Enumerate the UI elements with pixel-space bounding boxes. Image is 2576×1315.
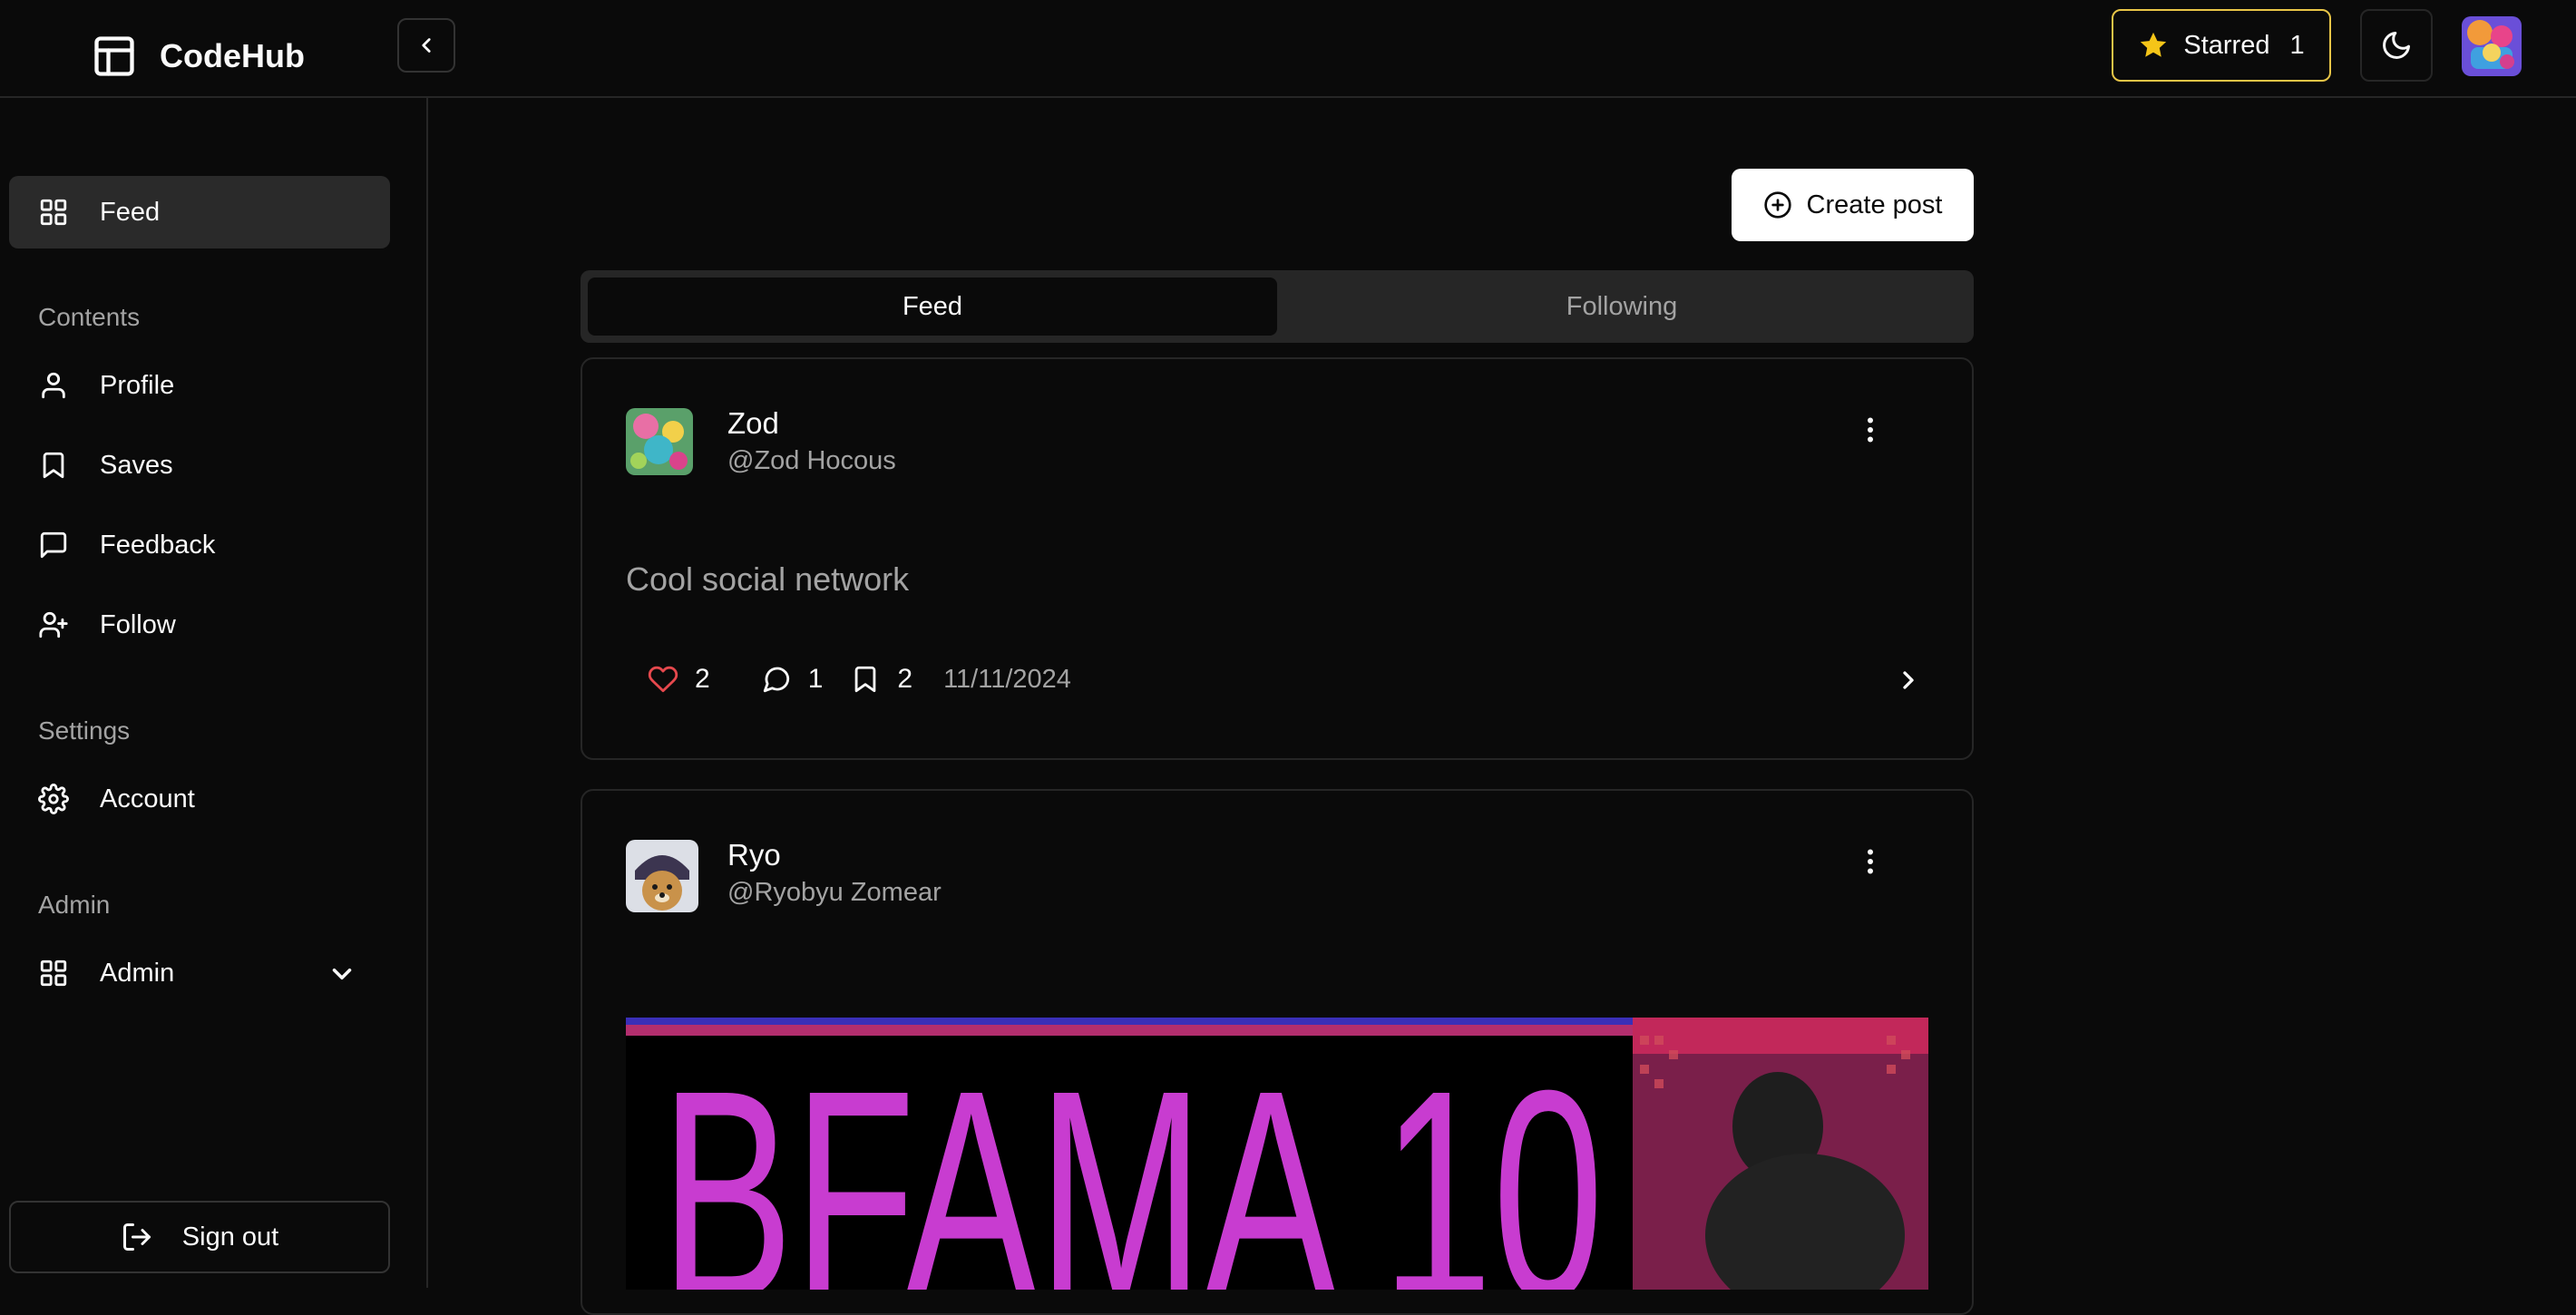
post-card: Zod @Zod Hocous Cool social network 2 1 … [581,357,1974,760]
collapse-sidebar-button[interactable] [397,18,455,73]
top-bar: CodeHub Starred 1 [0,0,2576,98]
moon-icon [2383,32,2410,59]
sidebar-item-label: Account [100,784,195,813]
post-date: 11/11/2024 [943,664,1071,694]
like-button[interactable]: 2 [648,664,710,695]
sidebar: Feed Contents Profile Saves Feedback Fol… [0,98,428,1288]
sign-out-button[interactable]: Sign out [9,1201,390,1273]
sidebar-item-feed[interactable]: Feed [9,176,390,248]
like-count: 2 [695,664,710,694]
layout-icon [94,36,134,76]
post-author-handle: @Ryobyu Zomear [727,878,942,907]
sidebar-item-label: Feedback [100,530,216,560]
plus-circle-icon [1763,191,1791,219]
sidebar-item-label: Saves [100,450,173,480]
comment-count: 1 [807,664,824,694]
avatar[interactable] [626,408,693,475]
post-image[interactable]: BFAMA 10 [626,1018,1928,1290]
section-title-admin: Admin [38,891,111,919]
sign-out-label: Sign out [181,1222,279,1252]
sidebar-item-label: Feed [100,197,161,227]
sidebar-item-admin[interactable]: Admin [9,937,390,1009]
avatar-image [626,840,698,912]
post-actions: 2 1 2 11/11/2024 [648,664,1071,695]
post-card: Ryo @Ryobyu Zomear BFAMA 10 [581,789,1974,1315]
heart-icon [648,666,678,693]
avatar[interactable] [626,840,698,912]
bookmark-icon [855,666,876,693]
post-image-text: BFAMA 10 [660,1028,1604,1290]
starred-button[interactable]: Starred 1 [2112,9,2331,82]
gear-icon [38,784,69,814]
create-post-label: Create post [1806,190,1943,219]
sidebar-item-profile[interactable]: Profile [9,349,390,422]
avatar-image [2462,16,2522,76]
tab-feed[interactable]: Feed [588,278,1277,336]
message-icon [40,531,67,559]
user-avatar[interactable] [2462,16,2522,76]
post-author-name[interactable]: Zod [727,406,779,441]
user-plus-icon [39,611,68,638]
sidebar-item-label: Follow [100,609,176,639]
starred-count: 1 [2289,30,2305,60]
grid-icon [40,959,67,987]
section-title-contents: Contents [38,303,141,331]
starred-label: Starred [2183,30,2270,60]
log-out-icon [122,1223,151,1251]
more-vertical-icon[interactable] [1854,845,1887,878]
save-count: 2 [897,664,913,694]
brand[interactable]: CodeHub [91,33,305,80]
chevron-left-icon [422,38,431,53]
section-title-settings: Settings [38,716,131,745]
comment-button[interactable]: 1 [761,664,824,695]
app-name: CodeHub [160,37,305,74]
post-author-name[interactable]: Ryo [727,838,781,872]
sidebar-item-label: Admin [100,958,175,988]
sidebar-item-label: Profile [100,370,175,400]
user-icon [42,372,65,399]
avatar-image [626,408,693,475]
bookmark-icon [43,452,64,479]
star-icon [2141,32,2167,57]
chevron-right-icon[interactable] [1894,666,1923,695]
chevron-down-icon[interactable] [327,959,357,989]
theme-toggle-button[interactable] [2360,9,2433,82]
create-post-button[interactable]: Create post [1732,169,1974,241]
sidebar-item-saves[interactable]: Saves [9,429,390,502]
grid-icon [40,199,67,226]
save-button[interactable]: 2 [850,664,912,695]
post-image-graphic: BFAMA 10 [626,1018,1928,1290]
more-vertical-icon[interactable] [1854,414,1887,446]
comment-icon [763,667,789,693]
post-author-handle: @Zod Hocous [727,446,896,475]
tab-following[interactable]: Following [1277,278,1966,336]
sidebar-item-account[interactable]: Account [9,763,390,835]
post-text: Cool social network [626,560,910,598]
sidebar-item-feedback[interactable]: Feedback [9,509,390,581]
feed-tabs: Feed Following [581,270,1974,343]
sidebar-item-follow[interactable]: Follow [9,589,390,661]
